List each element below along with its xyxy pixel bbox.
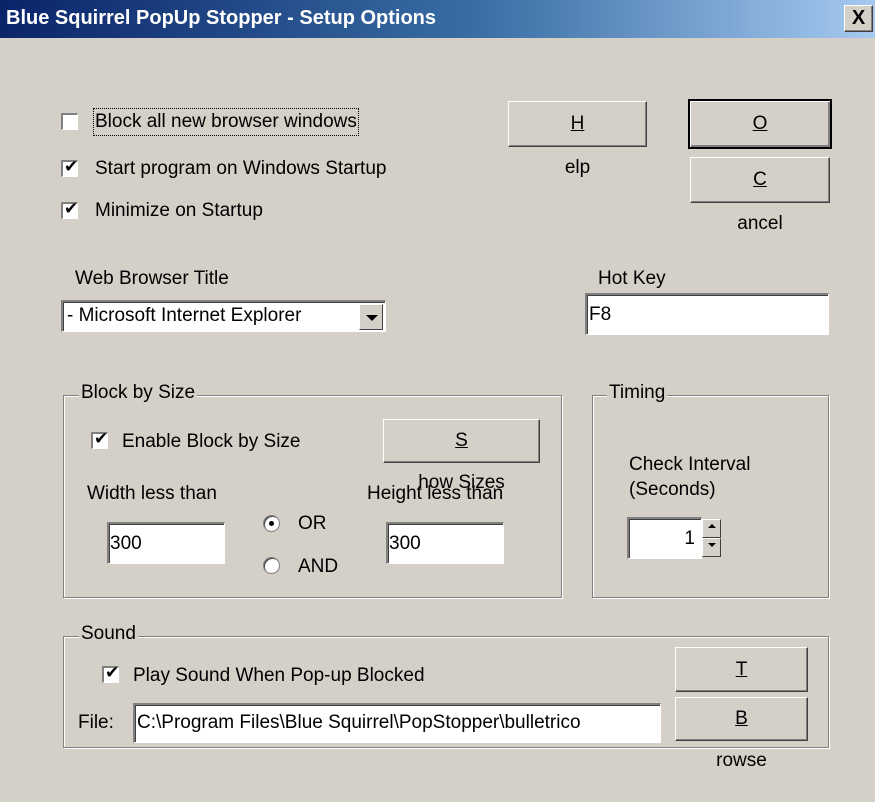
close-icon: X bbox=[851, 7, 866, 29]
dropdown-button[interactable] bbox=[359, 304, 383, 330]
minimize-on-startup-checkbox[interactable]: ✔ bbox=[61, 199, 79, 219]
start-on-startup-label[interactable]: Start program on Windows Startup bbox=[95, 157, 386, 181]
test-button[interactable]: Test bbox=[675, 647, 808, 723]
check-interval-input[interactable]: 1 bbox=[627, 517, 702, 559]
or-radio[interactable] bbox=[263, 515, 280, 532]
show-sizes-label-accel: S bbox=[455, 430, 468, 451]
spin-up-icon bbox=[708, 524, 716, 528]
width-less-than-label: Width less than bbox=[87, 483, 217, 504]
or-label[interactable]: OR bbox=[298, 512, 327, 536]
play-sound-checkbox[interactable]: ✔ bbox=[102, 663, 120, 683]
help-label-rest: elp bbox=[564, 157, 591, 178]
selected-dot bbox=[269, 521, 274, 526]
browse-label-rest: rowse bbox=[716, 750, 767, 771]
help-label-accel: H bbox=[570, 113, 585, 134]
hot-key-value: F8 bbox=[589, 304, 612, 325]
spin-up-button[interactable] bbox=[702, 519, 721, 538]
chevron-down-icon bbox=[366, 315, 378, 321]
hot-key-label: Hot Key bbox=[598, 268, 666, 289]
height-input[interactable]: 300 bbox=[386, 522, 504, 564]
width-input[interactable]: 300 bbox=[107, 522, 225, 564]
block-all-checkbox[interactable] bbox=[61, 113, 78, 130]
start-on-startup-checkbox[interactable]: ✔ bbox=[61, 157, 79, 177]
play-sound-label[interactable]: Play Sound When Pop-up Blocked bbox=[133, 664, 425, 688]
height-less-than-label: Height less than bbox=[367, 483, 504, 504]
check-icon: ✔ bbox=[94, 429, 109, 448]
show-sizes-button[interactable]: Show Sizes bbox=[383, 419, 540, 493]
test-label-accel: T bbox=[735, 659, 748, 680]
block-all-label[interactable]: Block all new browser windows bbox=[93, 108, 359, 136]
minimize-on-startup-label[interactable]: Minimize on Startup bbox=[95, 199, 263, 223]
sound-legend: Sound bbox=[79, 623, 138, 645]
cancel-button[interactable]: Cancel bbox=[690, 157, 830, 234]
spin-down-icon bbox=[708, 543, 716, 547]
timing-legend: Timing bbox=[607, 382, 668, 404]
title-bar[interactable]: Blue Squirrel PopUp Stopper - Setup Opti… bbox=[0, 0, 875, 38]
enable-block-by-size-checkbox[interactable]: ✔ bbox=[91, 429, 109, 449]
and-radio[interactable] bbox=[263, 557, 280, 574]
check-interval-label: Check Interval bbox=[629, 454, 751, 475]
sound-file-input[interactable]: C:\Program Files\Blue Squirrel\PopStoppe… bbox=[133, 703, 661, 743]
check-icon: ✔ bbox=[64, 157, 79, 176]
window-title: Blue Squirrel PopUp Stopper - Setup Opti… bbox=[6, 7, 437, 29]
width-value: 300 bbox=[110, 533, 142, 554]
cancel-label-accel: C bbox=[753, 169, 767, 190]
check-icon: ✔ bbox=[64, 199, 79, 218]
check-interval-value: 1 bbox=[684, 528, 695, 549]
close-button[interactable]: X bbox=[844, 5, 873, 32]
block-by-size-legend: Block by Size bbox=[79, 382, 198, 404]
check-interval-spinner[interactable] bbox=[702, 519, 721, 557]
file-label: File: bbox=[78, 712, 114, 733]
browse-label-accel: B bbox=[735, 708, 748, 729]
spin-down-button[interactable] bbox=[702, 538, 721, 557]
web-browser-title-value: - Microsoft Internet Explorer bbox=[67, 305, 302, 326]
setup-options-dialog: Blue Squirrel PopUp Stopper - Setup Opti… bbox=[0, 0, 875, 802]
hot-key-input[interactable]: F8 bbox=[585, 293, 829, 335]
height-value: 300 bbox=[389, 533, 421, 554]
ok-label-accel: O bbox=[752, 113, 768, 134]
sound-file-value: C:\Program Files\Blue Squirrel\PopStoppe… bbox=[137, 712, 581, 733]
cancel-label-rest: ancel bbox=[737, 213, 783, 234]
seconds-label: (Seconds) bbox=[629, 479, 716, 500]
help-button[interactable]: Help bbox=[508, 101, 647, 178]
web-browser-title-label: Web Browser Title bbox=[75, 268, 229, 289]
web-browser-title-select[interactable]: - Microsoft Internet Explorer bbox=[61, 300, 386, 332]
browse-button[interactable]: Browse bbox=[675, 697, 808, 771]
enable-block-by-size-label[interactable]: Enable Block by Size bbox=[122, 430, 301, 454]
check-icon: ✔ bbox=[105, 663, 120, 682]
ok-button[interactable]: OK bbox=[688, 99, 832, 180]
and-label[interactable]: AND bbox=[298, 555, 338, 579]
